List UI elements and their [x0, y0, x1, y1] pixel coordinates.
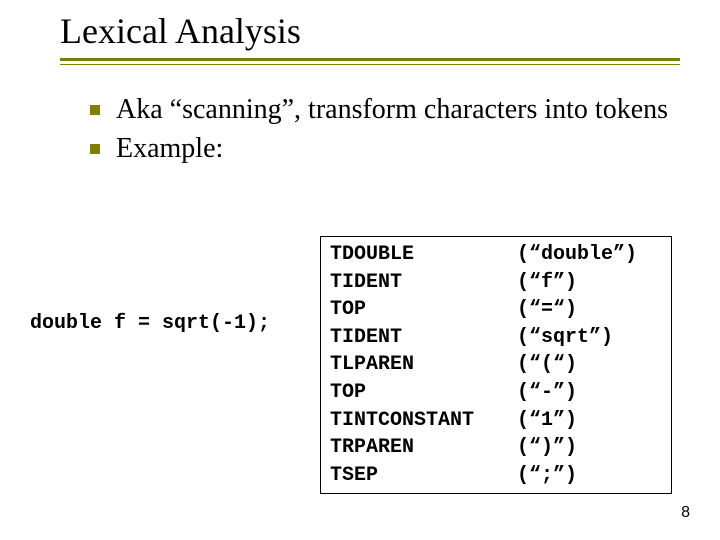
token-lexeme: (“)”): [516, 434, 663, 462]
token-name: TIDENT: [329, 269, 516, 297]
slide: Lexical Analysis Aka “scanning”, transfo…: [0, 0, 720, 540]
table-row: TIDENT (“f”): [329, 269, 663, 297]
token-lexeme: (“1”): [516, 407, 663, 435]
list-item: Aka “scanning”, transform characters int…: [90, 92, 680, 127]
token-lexeme: (“-”): [516, 379, 663, 407]
table-row: TOP (“=“): [329, 296, 663, 324]
token-name: TLPAREN: [329, 351, 516, 379]
token-name: TIDENT: [329, 324, 516, 352]
table-row: TSEP (“;”): [329, 462, 663, 490]
table-row: TRPAREN (“)”): [329, 434, 663, 462]
table-row: TLPAREN (“(“): [329, 351, 663, 379]
table-row: TIDENT (“sqrt”): [329, 324, 663, 352]
bullet-list: Aka “scanning”, transform characters int…: [90, 92, 680, 170]
token-name: TSEP: [329, 462, 516, 490]
token-lexeme: (“sqrt”): [516, 324, 663, 352]
square-bullet-icon: [90, 144, 100, 154]
page-number: 8: [681, 504, 690, 522]
token-lexeme: (“;”): [516, 462, 663, 490]
slide-title: Lexical Analysis: [60, 10, 680, 52]
title-block: Lexical Analysis: [60, 10, 680, 65]
token-name: TDOUBLE: [329, 241, 516, 269]
token-name: TOP: [329, 296, 516, 324]
table-row: TDOUBLE (“double”): [329, 241, 663, 269]
token-lexeme: (“double”): [516, 241, 663, 269]
token-lexeme: (“f”): [516, 269, 663, 297]
source-code: double f = sqrt(-1);: [30, 312, 270, 335]
token-lexeme: (“=“): [516, 296, 663, 324]
divider-thin: [60, 64, 680, 65]
token-table: TDOUBLE (“double”) TIDENT (“f”) TOP (“=“…: [329, 241, 663, 489]
table-row: TINTCONSTANT (“1”): [329, 407, 663, 435]
square-bullet-icon: [90, 105, 100, 115]
token-name: TINTCONSTANT: [329, 407, 516, 435]
token-lexeme: (“(“): [516, 351, 663, 379]
bullet-text: Aka “scanning”, transform characters int…: [116, 92, 668, 127]
token-name: TOP: [329, 379, 516, 407]
bullet-text: Example:: [116, 131, 223, 166]
list-item: Example:: [90, 131, 680, 166]
divider-thick: [60, 58, 680, 61]
table-row: TOP (“-”): [329, 379, 663, 407]
token-name: TRPAREN: [329, 434, 516, 462]
token-box: TDOUBLE (“double”) TIDENT (“f”) TOP (“=“…: [320, 236, 672, 494]
